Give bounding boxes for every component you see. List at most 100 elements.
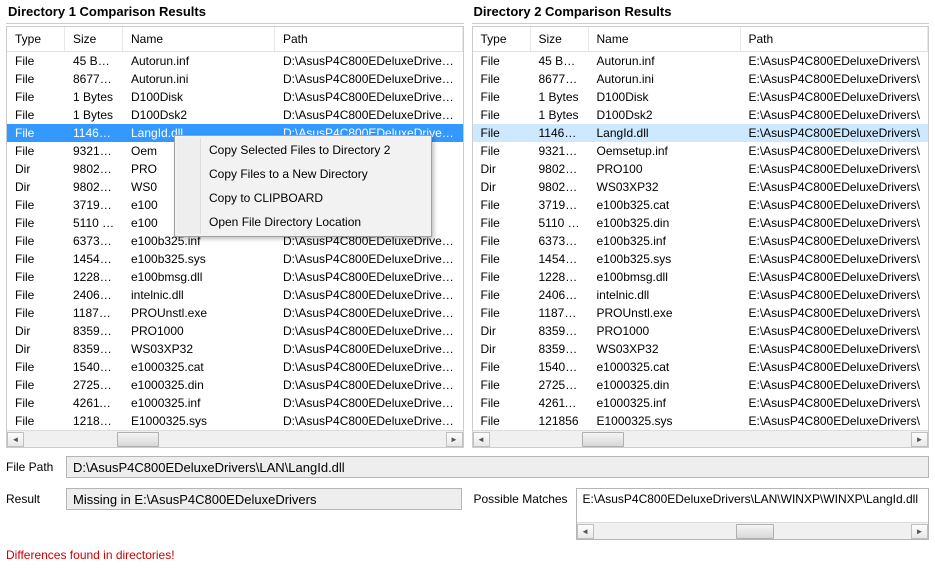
cell-name: e1000325.din — [123, 377, 275, 393]
table-row[interactable]: File118784 ...PROUnstl.exeE:\AsusP4C800E… — [473, 304, 929, 322]
cell-size: 15402 ... — [65, 359, 123, 375]
panel2-table[interactable]: Type Size Name Path File45 BytesAutorun.… — [472, 26, 930, 448]
table-row[interactable]: File114688 ...LangId.dllE:\AsusP4C800EDe… — [473, 124, 929, 142]
table-row[interactable]: File145408 ...e100b325.sysD:\AsusP4C800E… — [7, 250, 463, 268]
scroll-thumb[interactable] — [736, 524, 774, 539]
cell-type: File — [473, 287, 531, 303]
filepath-label: File Path — [6, 460, 58, 474]
table-row[interactable]: File45 BytesAutorun.infD:\AsusP4C800EDel… — [7, 52, 463, 70]
table-row[interactable]: File1 BytesD100Dsk2E:\AsusP4C800EDeluxeD… — [473, 106, 929, 124]
table-row[interactable]: File121856E1000325.sysE:\AsusP4C800EDelu… — [473, 412, 929, 430]
table-row[interactable]: File5110 B...e100b325.dinE:\AsusP4C800ED… — [473, 214, 929, 232]
cell-path: D:\AsusP4C800EDeluxeDrivers\LAN\P — [275, 395, 463, 411]
col-size[interactable]: Size — [531, 27, 589, 51]
scroll-thumb[interactable] — [582, 432, 624, 447]
cell-type: Dir — [473, 161, 531, 177]
cell-name: intelnic.dll — [123, 287, 275, 303]
table-row[interactable]: File15402 ...e1000325.catD:\AsusP4C800ED… — [7, 358, 463, 376]
col-path[interactable]: Path — [275, 27, 463, 51]
table-row[interactable]: Dir835919 ...PRO1000D:\AsusP4C800EDeluxe… — [7, 322, 463, 340]
table-row[interactable]: File24064 ...intelnic.dllE:\AsusP4C800ED… — [473, 286, 929, 304]
cell-name: PRO1000 — [589, 323, 741, 339]
table-row[interactable]: File8677 By...Autorun.iniD:\AsusP4C800ED… — [7, 70, 463, 88]
cell-size: 15402 ... — [531, 359, 589, 375]
table-row[interactable]: File1 BytesD100DiskE:\AsusP4C800EDeluxeD… — [473, 88, 929, 106]
cell-name: Autorun.inf — [589, 53, 741, 69]
panel1-header: Type Size Name Path — [7, 27, 463, 52]
scroll-right-icon[interactable]: ► — [911, 432, 928, 447]
scroll-right-icon[interactable]: ► — [911, 524, 928, 539]
possible-matches-box[interactable]: E:\AsusP4C800EDeluxeDrivers\LAN\WINXP\WI… — [576, 488, 929, 540]
table-row[interactable]: File637358 ...e100b325.infE:\AsusP4C800E… — [473, 232, 929, 250]
col-type[interactable]: Type — [7, 27, 65, 51]
cell-size: 121856 — [531, 413, 589, 429]
table-row[interactable]: File12288 ...e100bmsg.dllE:\AsusP4C800ED… — [473, 268, 929, 286]
cell-type: Dir — [473, 323, 531, 339]
cell-path: D:\AsusP4C800EDeluxeDrivers\LAN\ — [275, 107, 463, 123]
table-row[interactable]: Dir835919 ...WS03XP32D:\AsusP4C800EDelux… — [7, 340, 463, 358]
cell-type: File — [7, 53, 65, 69]
cm-open-location[interactable]: Open File Directory Location — [177, 210, 429, 234]
panel2-body[interactable]: File45 BytesAutorun.infE:\AsusP4C800EDel… — [473, 52, 929, 430]
cm-copy-to-dir2[interactable]: Copy Selected Files to Directory 2 — [177, 138, 429, 162]
table-row[interactable]: File24064 ...intelnic.dllD:\AsusP4C800ED… — [7, 286, 463, 304]
cell-type: Dir — [7, 161, 65, 177]
scroll-thumb[interactable] — [117, 432, 159, 447]
col-name[interactable]: Name — [589, 27, 741, 51]
cell-name: e1000325.din — [589, 377, 741, 393]
hscroll[interactable]: ◄ ► — [473, 430, 929, 447]
panel1-body[interactable]: File45 BytesAutorun.infD:\AsusP4C800EDel… — [7, 52, 463, 430]
cell-path: D:\AsusP4C800EDeluxeDrivers\LAN\P — [275, 251, 463, 267]
cm-copy-new-dir[interactable]: Copy Files to a New Directory — [177, 162, 429, 186]
table-row[interactable]: Dir835919 ...WS03XP32E:\AsusP4C800EDelux… — [473, 340, 929, 358]
col-type[interactable]: Type — [473, 27, 531, 51]
cell-size: 5110 By... — [65, 215, 123, 231]
table-row[interactable]: File15402 ...e1000325.catE:\AsusP4C800ED… — [473, 358, 929, 376]
table-row[interactable]: Dir980207 ...WS03XP32E:\AsusP4C800EDelux… — [473, 178, 929, 196]
col-size[interactable]: Size — [65, 27, 123, 51]
cell-type: File — [473, 143, 531, 159]
cell-name: e1000325.inf — [123, 395, 275, 411]
table-row[interactable]: File145408 ...e100b325.sysE:\AsusP4C800E… — [473, 250, 929, 268]
table-row[interactable]: Dir980207 ...PRO100E:\AsusP4C800EDeluxeD… — [473, 160, 929, 178]
cm-copy-clipboard[interactable]: Copy to CLIPBOARD — [177, 186, 429, 210]
col-path[interactable]: Path — [741, 27, 929, 51]
cell-name: E1000325.sys — [123, 413, 275, 429]
table-row[interactable]: File12288 ...e100bmsg.dllD:\AsusP4C800ED… — [7, 268, 463, 286]
table-row[interactable]: File1 BytesD100DiskD:\AsusP4C800EDeluxeD… — [7, 88, 463, 106]
cell-name: PROUnstl.exe — [589, 305, 741, 321]
col-name[interactable]: Name — [123, 27, 275, 51]
cell-name: Oemsetup.inf — [589, 143, 741, 159]
scroll-left-icon[interactable]: ◄ — [577, 524, 594, 539]
result-value[interactable]: Missing in E:\AsusP4C800EDeluxeDrivers — [66, 488, 462, 510]
cell-size: 8677 By... — [65, 71, 123, 87]
panel1-table[interactable]: Type Size Name Path File45 BytesAutorun.… — [6, 26, 464, 448]
context-menu[interactable]: Copy Selected Files to Directory 2 Copy … — [174, 135, 432, 237]
hscroll[interactable]: ◄ ► — [577, 522, 928, 539]
table-row[interactable]: File118784 ...PROUnstl.exeD:\AsusP4C800E… — [7, 304, 463, 322]
cell-type: File — [7, 233, 65, 249]
scroll-left-icon[interactable]: ◄ — [473, 432, 490, 447]
hscroll[interactable]: ◄ ► — [7, 430, 463, 447]
table-row[interactable]: File8677 B...Autorun.iniE:\AsusP4C800EDe… — [473, 70, 929, 88]
table-row[interactable]: File426112 ...e1000325.infD:\AsusP4C800E… — [7, 394, 463, 412]
scroll-left-icon[interactable]: ◄ — [7, 432, 24, 447]
table-row[interactable]: File2725 B...e1000325.dinE:\AsusP4C800ED… — [473, 376, 929, 394]
cell-path: E:\AsusP4C800EDeluxeDrivers\ — [741, 359, 929, 375]
differences-message: Differences found in directories! — [0, 544, 935, 562]
possible-matches-value[interactable]: E:\AsusP4C800EDeluxeDrivers\LAN\WINXP\WI… — [577, 489, 928, 522]
cell-size: 145408 ... — [531, 251, 589, 267]
cell-type: File — [473, 413, 531, 429]
table-row[interactable]: File426112 ...e1000325.infE:\AsusP4C800E… — [473, 394, 929, 412]
table-row[interactable]: File9321 B...Oemsetup.infE:\AsusP4C800ED… — [473, 142, 929, 160]
table-row[interactable]: File1 BytesD100Dsk2D:\AsusP4C800EDeluxeD… — [7, 106, 463, 124]
table-row[interactable]: File45 BytesAutorun.infE:\AsusP4C800EDel… — [473, 52, 929, 70]
table-row[interactable]: Dir835919 ...PRO1000E:\AsusP4C800EDeluxe… — [473, 322, 929, 340]
table-row[interactable]: File121856 ...E1000325.sysD:\AsusP4C800E… — [7, 412, 463, 430]
table-row[interactable]: File37195 ...e100b325.catE:\AsusP4C800ED… — [473, 196, 929, 214]
scroll-right-icon[interactable]: ► — [446, 432, 463, 447]
filepath-value[interactable]: D:\AsusP4C800EDeluxeDrivers\LAN\LangId.d… — [66, 456, 929, 478]
table-row[interactable]: File2725 By...e1000325.dinD:\AsusP4C800E… — [7, 376, 463, 394]
cell-size: 1 Bytes — [65, 89, 123, 105]
cell-path: E:\AsusP4C800EDeluxeDrivers\ — [741, 251, 929, 267]
